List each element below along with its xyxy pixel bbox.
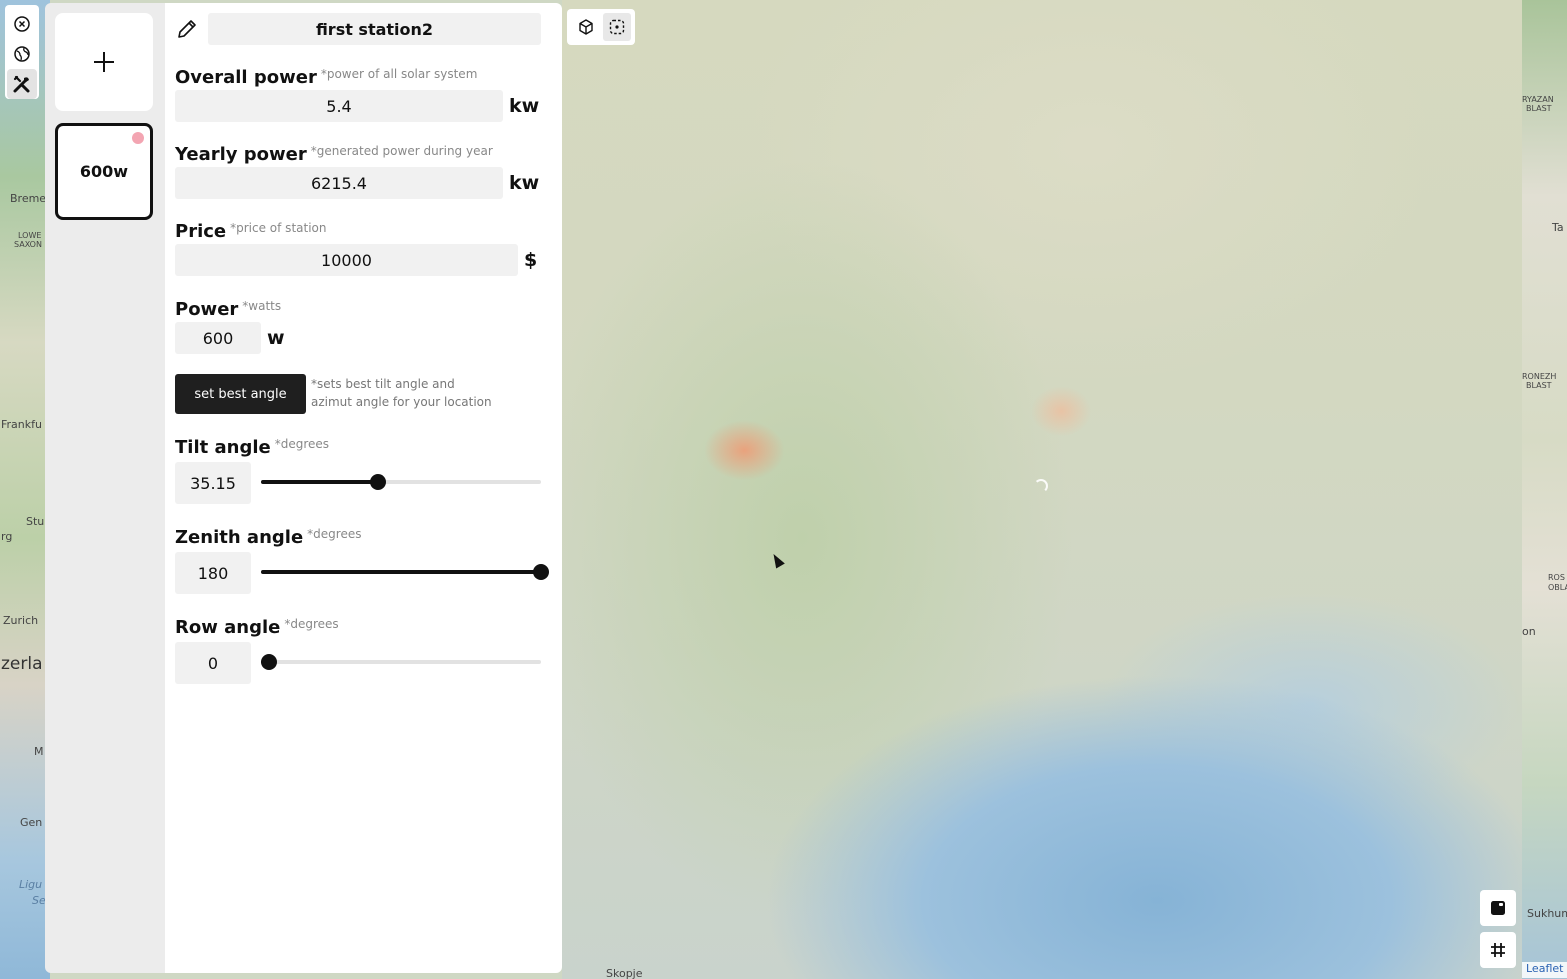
price-hint: *price of station <box>230 221 327 235</box>
zenith-angle-label: Zenith angle *degrees <box>175 527 361 548</box>
station-status-dot <box>132 132 144 144</box>
station-card[interactable]: 600w <box>55 123 153 220</box>
slider-fill <box>261 480 378 484</box>
add-station-button[interactable] <box>55 13 153 111</box>
tilt-angle-slider[interactable] <box>261 474 541 490</box>
zenith-angle-input[interactable]: 180 <box>175 552 251 594</box>
overall-power-title: Overall power <box>175 67 317 88</box>
map-mode-toggle <box>567 9 635 45</box>
map-attribution-link[interactable]: Leaflet <box>1522 962 1567 978</box>
pencil-edit-icon[interactable] <box>175 17 199 41</box>
globe-button[interactable] <box>7 39 37 69</box>
station-card-label: 600w <box>79 162 129 181</box>
power-label: Power *watts <box>175 299 281 320</box>
map-label-lower-saxony: LOWE <box>18 231 42 240</box>
yearly-power-value: 6215.4 <box>175 167 503 199</box>
cube-3d-icon <box>578 19 593 35</box>
overall-power-value: 5.4 <box>175 90 503 122</box>
grid-button[interactable] <box>1480 932 1516 968</box>
yearly-power-unit: kw <box>509 172 540 194</box>
price-label: Price *price of station <box>175 221 326 242</box>
map-label-skopje: Skopje <box>606 967 643 979</box>
overall-power-unit: kw <box>509 95 540 117</box>
close-circle-button[interactable] <box>7 9 37 39</box>
map-label-zurich: Zurich <box>3 614 39 627</box>
best-angle-hint-line1: *sets best tilt angle and <box>311 377 455 391</box>
slider-thumb[interactable] <box>369 474 386 490</box>
overall-power-label: Overall power *power of all solar system <box>175 67 477 88</box>
power-unit: w <box>267 327 285 349</box>
select-area-button[interactable] <box>602 13 631 41</box>
map-label-ryazan: RYAZAN <box>1522 95 1554 104</box>
map-label-voronezh-2: BLAST <box>1526 381 1552 390</box>
set-best-angle-button[interactable]: set best angle <box>175 374 306 414</box>
map-label-rostov-2: OBLA <box>1548 583 1567 592</box>
yearly-power-hint: *generated power during year <box>310 144 493 158</box>
row-angle-hint: *degrees <box>284 617 339 631</box>
zenith-angle-slider[interactable] <box>261 564 549 580</box>
map-label-lower-saxony-2: SAXON <box>14 240 42 249</box>
close-circle-icon <box>14 16 30 32</box>
station-settings-panel: first station2 Overall power *power of al… <box>165 3 562 973</box>
slider-track <box>261 660 541 664</box>
best-angle-hint-line2: azimut angle for your location <box>311 395 492 409</box>
tilt-angle-label: Tilt angle *degrees <box>175 437 329 458</box>
tools-button[interactable] <box>7 69 37 99</box>
map-right-edge <box>1522 0 1567 979</box>
tilt-angle-hint: *degrees <box>274 437 330 451</box>
select-area-icon <box>609 19 624 35</box>
loading-spinner-icon <box>1034 479 1048 493</box>
price-title: Price <box>175 221 227 242</box>
best-angle-hint: *sets best tilt angle and azimut angle f… <box>311 375 501 411</box>
yearly-power-label: Yearly power *generated power during year <box>175 144 493 165</box>
map-label-bremen: Breme <box>10 192 47 205</box>
slider-thumb[interactable] <box>261 654 277 670</box>
map-label-voronezh: RONEZH <box>1522 372 1557 381</box>
map-label-sukhumi: Sukhum <box>1527 907 1567 920</box>
stations-column: 600w <box>45 3 165 973</box>
map-label-m: M <box>34 745 44 758</box>
map-label-on: on <box>1522 625 1536 638</box>
3d-view-button[interactable] <box>572 13 600 41</box>
globe-icon <box>14 46 30 62</box>
power-title: Power <box>175 299 239 320</box>
map-left-edge <box>0 0 50 979</box>
row-angle-input[interactable]: 0 <box>175 642 251 684</box>
tilt-angle-input[interactable]: 35.15 <box>175 462 251 504</box>
map-label-switzerland: zerla <box>1 654 43 674</box>
slider-thumb[interactable] <box>533 564 549 580</box>
power-hint: *watts <box>242 299 282 313</box>
price-unit: $ <box>524 249 538 271</box>
yearly-power-title: Yearly power <box>175 144 307 165</box>
title-row: first station2 <box>165 11 562 47</box>
map-label-ligurian: Ligu <box>19 878 43 891</box>
map-label-burg: rg <box>1 530 13 543</box>
row-angle-slider[interactable] <box>261 654 541 670</box>
plus-icon <box>94 52 114 72</box>
left-icon-rail <box>5 5 39 99</box>
price-input[interactable]: 10000 <box>175 244 518 276</box>
map-label-frankfurt: Frankfu <box>1 418 42 431</box>
grid-icon <box>1491 943 1505 957</box>
overall-power-hint: *power of all solar system <box>320 67 478 81</box>
map-label-rostov: ROS <box>1548 573 1565 582</box>
panel-toggle-icon <box>1491 901 1505 915</box>
map-label-ta: Ta <box>1552 221 1564 234</box>
power-input[interactable]: 600 <box>175 322 261 354</box>
map-label-ryazan-2: BLAST <box>1526 104 1552 113</box>
station-name-input[interactable]: first station2 <box>208 13 541 45</box>
map-label-geneva: Gen <box>20 816 43 829</box>
zenith-angle-hint: *degrees <box>307 527 362 541</box>
zenith-angle-title: Zenith angle <box>175 527 304 548</box>
row-angle-title: Row angle <box>175 617 281 638</box>
panel-toggle-button[interactable] <box>1480 890 1516 926</box>
map-label-stuttgart: Stu <box>26 515 45 528</box>
map-label-ligurian-2: Se <box>32 894 46 907</box>
tilt-angle-title: Tilt angle <box>175 437 271 458</box>
tools-icon <box>13 75 30 93</box>
slider-fill <box>261 570 541 574</box>
row-angle-label: Row angle *degrees <box>175 617 339 638</box>
